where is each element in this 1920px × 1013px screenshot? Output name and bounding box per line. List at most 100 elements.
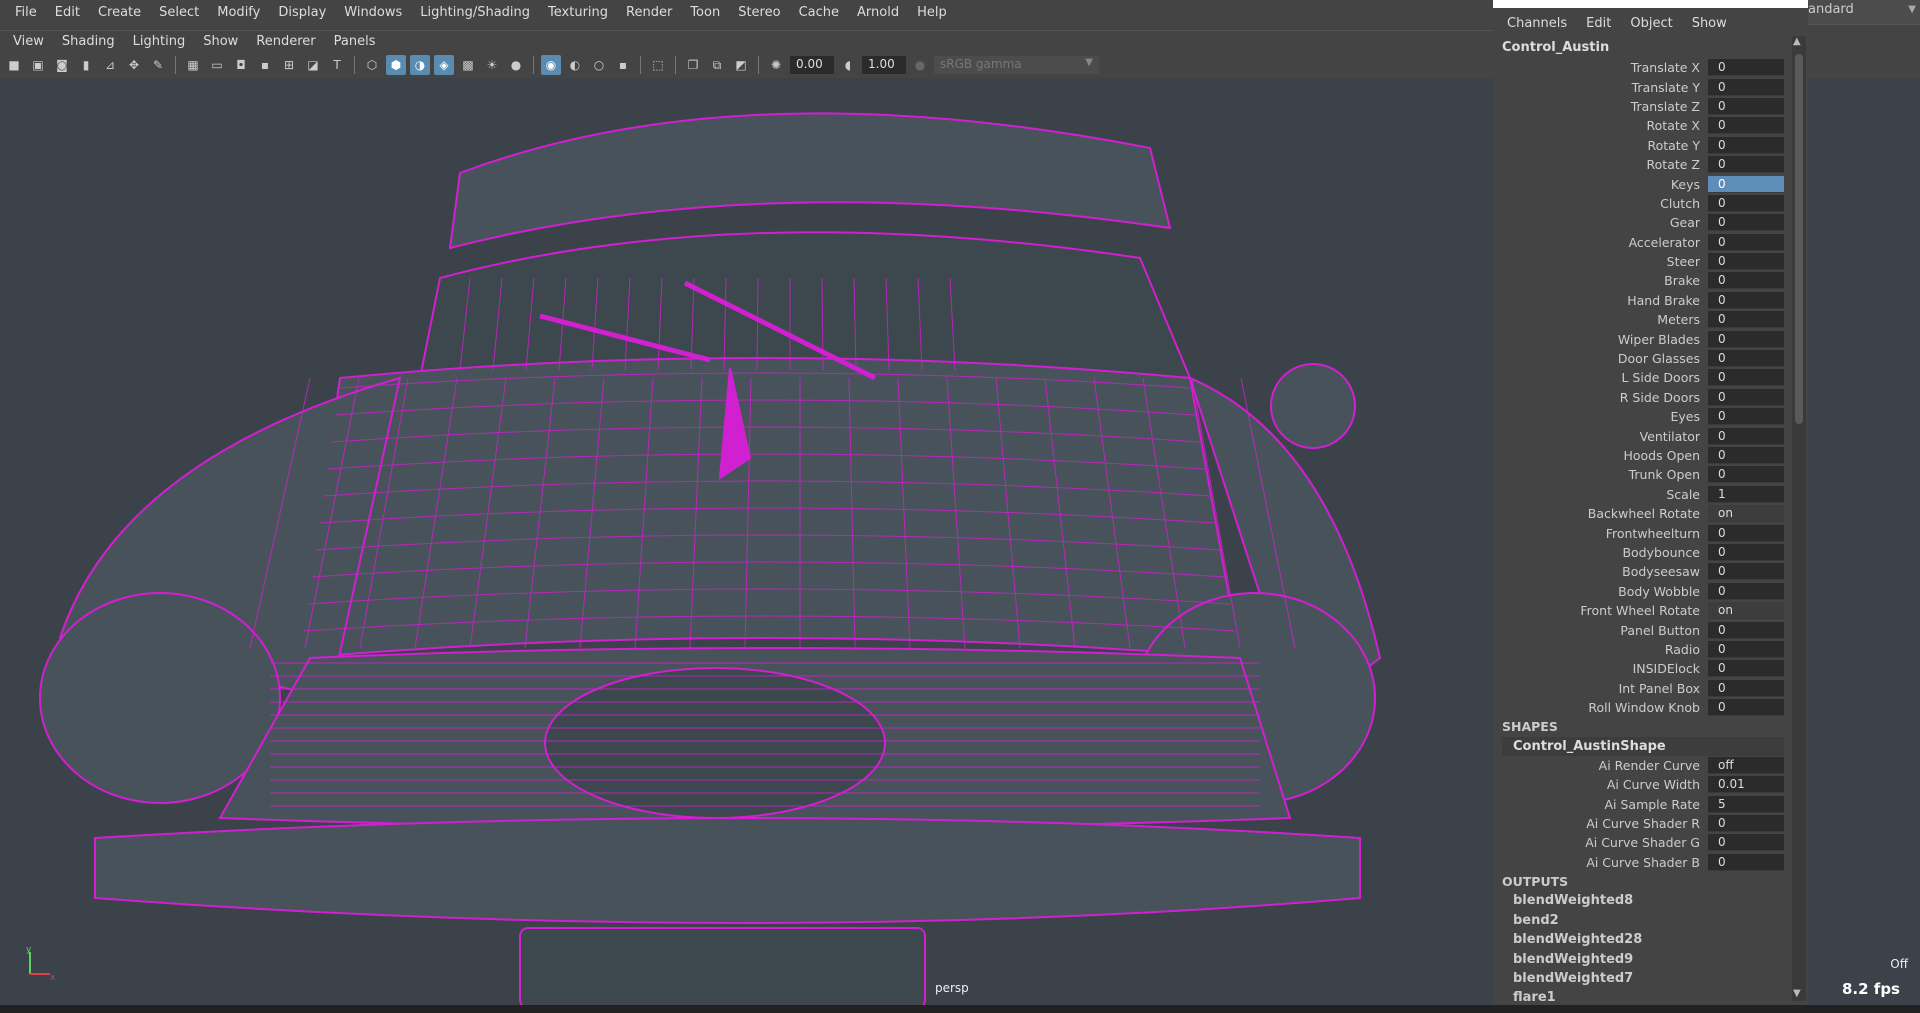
smooth-shade-icon[interactable]: ⬢ <box>386 55 406 75</box>
lock-camera-icon[interactable]: ▣ <box>28 55 48 75</box>
channel-label[interactable]: Translate Y <box>1493 80 1708 95</box>
channel-label[interactable]: Rotate X <box>1493 118 1708 133</box>
panel-menu-show[interactable]: Show <box>194 34 247 49</box>
menu-render[interactable]: Render <box>617 5 681 20</box>
channel-row[interactable]: Roll Window Knob 0 <box>1493 698 1808 717</box>
channel-row[interactable]: Frontwheelturn 0 <box>1493 523 1808 542</box>
channel-row[interactable]: Keys 0 <box>1493 174 1808 193</box>
channel-row[interactable]: Meters 0 <box>1493 310 1808 329</box>
channel-row[interactable]: Ventilator 0 <box>1493 426 1808 445</box>
panel-menu-panels[interactable]: Panels <box>325 34 385 49</box>
menu-lighting-shading[interactable]: Lighting/Shading <box>411 5 539 20</box>
depth-of-field-icon[interactable]: ▪ <box>613 55 633 75</box>
menu-create[interactable]: Create <box>89 5 150 20</box>
2d-pan-zoom-icon[interactable]: ✥ <box>124 55 144 75</box>
channel-label[interactable]: Front Wheel Rotate <box>1493 603 1708 618</box>
safe-title-icon[interactable]: T <box>327 55 347 75</box>
channel-row[interactable]: Hoods Open 0 <box>1493 446 1808 465</box>
perspective-viewport[interactable]: yx persp <box>0 78 1493 1005</box>
channel-row[interactable]: R Side Doors 0 <box>1493 388 1808 407</box>
channel-value-field[interactable]: 0 <box>1708 272 1784 290</box>
xray-components-icon[interactable]: ◩ <box>731 55 751 75</box>
channel-value-field[interactable]: 0 <box>1708 427 1784 445</box>
isolate-select-icon[interactable]: ⬚ <box>648 55 668 75</box>
channel-value-field[interactable]: 0 <box>1708 388 1784 406</box>
channel-value-field[interactable]: 0 <box>1708 253 1784 271</box>
channel-value-field[interactable]: on <box>1708 602 1784 620</box>
channel-label[interactable]: Ventilator <box>1493 429 1708 444</box>
anti-aliasing-icon[interactable]: ○ <box>589 55 609 75</box>
menu-windows[interactable]: Windows <box>335 5 411 20</box>
channel-value-field[interactable]: 0 <box>1708 834 1784 852</box>
channel-value-field[interactable]: 1 <box>1708 485 1784 503</box>
film-gate-icon[interactable]: ▭ <box>207 55 227 75</box>
channel-row[interactable]: Radio 0 <box>1493 640 1808 659</box>
channel-value-field[interactable]: 0 <box>1708 621 1784 639</box>
panel-menu-shading[interactable]: Shading <box>53 34 124 49</box>
menu-display[interactable]: Display <box>269 5 335 20</box>
scroll-down-icon[interactable]: ▼ <box>1793 988 1801 999</box>
channel-value-field[interactable]: 5 <box>1708 795 1784 813</box>
menu-cache[interactable]: Cache <box>790 5 848 20</box>
channel-label[interactable]: Body Wobble <box>1493 584 1708 599</box>
channel-value-field[interactable]: 0 <box>1708 466 1784 484</box>
xray-joints-icon[interactable]: ⧉ <box>707 55 727 75</box>
channel-row[interactable]: Ai Curve Width 0.01 <box>1493 775 1808 794</box>
channel-label[interactable]: Wiper Blades <box>1493 332 1708 347</box>
menu-toon[interactable]: Toon <box>681 5 729 20</box>
xray-icon[interactable]: ❐ <box>683 55 703 75</box>
scroll-up-icon[interactable]: ▲ <box>1793 36 1801 47</box>
channel-row[interactable]: Rotate Z0 <box>1493 155 1808 174</box>
channel-value-field[interactable]: off <box>1708 756 1784 774</box>
channel-value-field[interactable]: 0 <box>1708 369 1784 387</box>
channel-row[interactable]: Door Glasses 0 <box>1493 349 1808 368</box>
channel-row[interactable]: L Side Doors 0 <box>1493 368 1808 387</box>
channel-label[interactable]: Door Glasses <box>1493 351 1708 366</box>
channel-label[interactable]: Brake <box>1493 273 1708 288</box>
channel-value-field[interactable]: 0 <box>1708 699 1784 717</box>
channel-value-field[interactable]: 0 <box>1708 447 1784 464</box>
channel-row[interactable]: Ai Render Curve off <box>1493 756 1808 775</box>
channel-menu-edit[interactable]: Edit <box>1586 16 1611 36</box>
channel-value-field[interactable]: 0 <box>1708 59 1784 77</box>
output-node[interactable]: bend2 <box>1493 911 1808 930</box>
exposure-icon[interactable]: ✺ <box>766 55 786 75</box>
channel-row[interactable]: Brake 0 <box>1493 271 1808 290</box>
menu-stereo[interactable]: Stereo <box>729 5 789 20</box>
channel-label[interactable]: Ai Curve Shader G <box>1493 835 1708 850</box>
channel-label[interactable]: Ai Sample Rate <box>1493 797 1708 812</box>
screen-space-ao-icon[interactable]: ◉ <box>541 55 561 75</box>
channel-value-field[interactable]: 0 <box>1708 563 1784 581</box>
channel-label[interactable]: Radio <box>1493 642 1708 657</box>
channel-label[interactable]: Panel Button <box>1493 623 1708 638</box>
camera-attributes-icon[interactable]: ◙ <box>52 55 72 75</box>
lights-icon[interactable]: ☀ <box>482 55 502 75</box>
channel-row[interactable]: Translate Y0 <box>1493 77 1808 96</box>
channel-value-field[interactable]: 0.01 <box>1708 776 1784 794</box>
channel-row[interactable]: Int Panel Box 0 <box>1493 679 1808 698</box>
channel-value-field[interactable]: 0 <box>1708 233 1784 251</box>
channel-row[interactable]: Trunk Open 0 <box>1493 465 1808 484</box>
workspace-dropdown[interactable]: andard <box>1808 0 1920 24</box>
gate-mask-icon[interactable]: ▪ <box>255 55 275 75</box>
channel-value-field[interactable]: 0 <box>1708 78 1784 96</box>
panel-menu-lighting[interactable]: Lighting <box>124 34 195 49</box>
channel-row[interactable]: Translate X0 <box>1493 58 1808 77</box>
resolution-gate-icon[interactable]: ◘ <box>231 55 251 75</box>
safe-action-icon[interactable]: ◪ <box>303 55 323 75</box>
channel-label[interactable]: Ai Curve Shader B <box>1493 855 1708 870</box>
channel-row[interactable]: Clutch 0 <box>1493 194 1808 213</box>
channel-label[interactable]: Scale <box>1493 487 1708 502</box>
channel-value-field[interactable]: on <box>1708 505 1784 523</box>
channel-label[interactable]: R Side Doors <box>1493 390 1708 405</box>
channel-label[interactable]: Translate X <box>1493 60 1708 75</box>
motion-blur-icon[interactable]: ◐ <box>565 55 585 75</box>
default-material-icon[interactable]: ◑ <box>410 55 430 75</box>
channel-row[interactable]: Gear 0 <box>1493 213 1808 232</box>
channel-label[interactable]: Bodyseesaw <box>1493 564 1708 579</box>
channel-value-field[interactable]: 0 <box>1708 194 1784 212</box>
grid-icon[interactable]: ▦ <box>183 55 203 75</box>
channel-label[interactable]: Int Panel Box <box>1493 681 1708 696</box>
channel-label[interactable]: Translate Z <box>1493 99 1708 114</box>
channel-row[interactable]: Bodyseesaw 0 <box>1493 562 1808 581</box>
